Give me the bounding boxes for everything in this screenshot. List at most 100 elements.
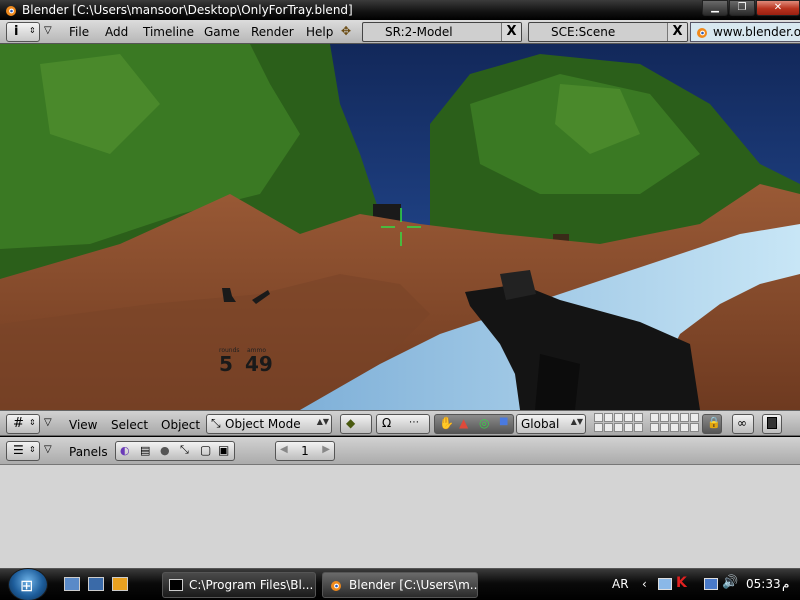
manipulator-group[interactable]: ✋ ▲ ◎ ■ (434, 414, 514, 434)
buttons-window[interactable] (0, 465, 800, 568)
window-type-selector[interactable]: i ⇕ (6, 22, 40, 42)
layer-buttons-2[interactable] (650, 413, 699, 433)
menu-render[interactable]: Render (251, 25, 294, 39)
orientation-selector[interactable]: Global ▲▼ (516, 414, 586, 434)
context-buttons[interactable]: ◐ ▤ ● ⤡ ▢ ▣ (115, 441, 235, 461)
terminal-icon (169, 579, 183, 591)
scene-icon[interactable]: ▣ (218, 443, 229, 457)
task-label: Blender [C:\Users\m... (349, 578, 478, 592)
close-icon: ✕ (773, 2, 783, 13)
menu-file[interactable]: File (69, 25, 89, 39)
antivirus-icon[interactable]: K (676, 575, 687, 591)
clock-time[interactable]: 05:33 (746, 577, 781, 591)
menu-help[interactable]: Help (306, 25, 333, 39)
chevron-updown-icon: ▲▼ (316, 417, 329, 426)
game-scene (0, 44, 800, 410)
layer-buttons-1[interactable] (594, 413, 643, 433)
snap-icon: ⋯ (409, 417, 419, 428)
object-icon[interactable]: ⤡ (180, 443, 189, 457)
menu-add[interactable]: Add (105, 25, 128, 39)
chevron-updown-icon: ⇕ (29, 445, 36, 454)
info-icon: i (14, 24, 19, 39)
3d-viewport[interactable]: rounds ammo 5 49 (0, 44, 800, 410)
editing-icon[interactable]: ▢ (200, 443, 211, 457)
menu-select[interactable]: Select (111, 418, 148, 432)
shading-cube-icon: ◆ (346, 416, 356, 430)
frame-value: 1 (301, 444, 309, 458)
delete-scene-button[interactable]: X (667, 23, 687, 41)
lock-layers-button[interactable]: 🔒 (702, 414, 722, 434)
draw-type-selector[interactable]: ◆ (340, 414, 372, 434)
close-button[interactable]: ✕ (756, 0, 800, 16)
blender-logo-icon (6, 6, 16, 16)
grid-icon: # (13, 416, 24, 431)
screen: Blender [C:\Users\mansoor\Desktop\OnlyFo… (0, 0, 800, 600)
render-button[interactable] (762, 414, 782, 434)
task-command-prompt[interactable]: C:\Program Files\Bl... (162, 572, 316, 598)
info-header: i ⇕ ▽ File Add Timeline Game Render Help… (0, 20, 800, 44)
3d-view-header: # ⇕ ▽ View Select Object ⤡ Object Mode ▲… (0, 410, 800, 436)
editor-type-selector[interactable]: ☰ ⇕ (6, 441, 40, 461)
chevron-left-icon[interactable]: ◀ (280, 444, 288, 455)
rotate-icon[interactable]: ◎ (479, 416, 489, 430)
tray-expand-icon[interactable]: ‹ (642, 577, 647, 591)
pivot-selector[interactable]: Ω ⋯ (376, 414, 430, 434)
script-icon[interactable]: ▤ (140, 444, 150, 457)
url-text: www.blender.org (713, 25, 800, 39)
language-indicator[interactable]: AR (612, 577, 629, 591)
collapse-menu-icon[interactable]: ▽ (44, 417, 52, 428)
screen-browse-icon[interactable]: ✥ (341, 24, 351, 38)
blender-icon (331, 581, 341, 591)
taskbar: ⊞ C:\Program Files\Bl... Blender [C:\Use… (0, 568, 800, 600)
scale-icon[interactable]: ■ (499, 416, 508, 427)
hand-icon[interactable]: ✋ (439, 416, 454, 430)
switch-windows-icon[interactable] (88, 577, 104, 591)
scene-name-field[interactable]: SCE:Scene X (528, 22, 688, 42)
menu-object[interactable]: Object (161, 418, 200, 432)
menu-view[interactable]: View (69, 418, 97, 432)
pivot-icon: Ω (382, 416, 392, 430)
hud-rounds-value: 5 (219, 352, 233, 376)
start-button[interactable]: ⊞ (8, 568, 48, 600)
scene-name: SCE:Scene (551, 25, 616, 39)
clock-ampm: م (782, 577, 790, 591)
menu-timeline[interactable]: Timeline (143, 25, 194, 39)
shading-icon[interactable]: ● (160, 444, 170, 457)
mode-value: Object Mode (225, 417, 301, 431)
chevron-updown-icon: ▲▼ (570, 417, 583, 426)
list-icon: ☰ (13, 443, 24, 457)
link-button[interactable]: ∞ (732, 414, 754, 434)
menu-panels[interactable]: Panels (69, 445, 108, 459)
blender-url[interactable]: www.blender.org (690, 22, 800, 42)
windows-logo-icon: ⊞ (20, 576, 34, 595)
connection-icon[interactable] (704, 578, 718, 590)
translate-icon[interactable]: ▲ (459, 416, 468, 430)
chevron-right-icon[interactable]: ▶ (322, 444, 330, 455)
chevron-updown-icon: ⇕ (29, 418, 36, 427)
screen-name-field[interactable]: SR:2-Model X (362, 22, 522, 42)
delete-screen-button[interactable]: X (501, 23, 521, 41)
window-title-bar[interactable]: Blender [C:\Users\mansoor\Desktop\OnlyFo… (0, 0, 800, 20)
volume-icon[interactable]: 🔊 (722, 575, 738, 590)
lock-icon: 🔒 (707, 416, 721, 429)
render-icon (767, 417, 777, 429)
collapse-menu-icon[interactable]: ▽ (44, 25, 52, 36)
minimize-icon: ▁ (711, 2, 719, 13)
logic-icon[interactable]: ◐ (120, 444, 130, 457)
collapse-menu-icon[interactable]: ▽ (44, 444, 52, 455)
mode-selector[interactable]: ⤡ Object Mode ▲▼ (206, 414, 332, 434)
editor-type-selector[interactable]: # ⇕ (6, 414, 40, 434)
window-title: Blender [C:\Users\mansoor\Desktop\OnlyFo… (22, 3, 353, 17)
menu-game[interactable]: Game (204, 25, 240, 39)
link-icon: ∞ (737, 416, 747, 430)
media-player-icon[interactable] (112, 577, 128, 591)
screen-name: SR:2-Model (385, 25, 453, 39)
task-blender[interactable]: Blender [C:\Users\m... (322, 572, 478, 598)
network-icon[interactable] (658, 578, 672, 590)
maximize-button[interactable]: ❐ (729, 0, 755, 16)
show-desktop-icon[interactable] (64, 577, 80, 591)
hud-ammo-value: 49 (245, 352, 273, 376)
blender-logo-icon (697, 28, 707, 38)
frame-field[interactable]: ◀ 1 ▶ (275, 441, 335, 461)
minimize-button[interactable]: ▁ (702, 0, 728, 16)
